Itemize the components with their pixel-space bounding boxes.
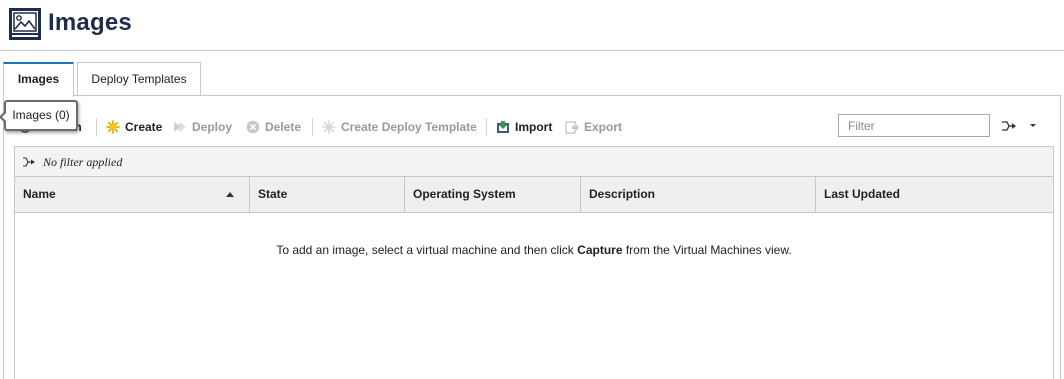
delete-label: Delete: [265, 120, 302, 134]
create-deploy-template-label: Create Deploy Template: [341, 120, 477, 134]
empty-message-text-end: from the Virtual Machines view.: [622, 243, 792, 257]
column-header-operating-system[interactable]: Operating System: [405, 177, 581, 213]
deploy-button[interactable]: Deploy: [173, 118, 232, 136]
column-header-name[interactable]: Name: [15, 177, 250, 213]
images-grid: No filter applied Name State Operating S…: [14, 146, 1054, 379]
create-label: Create: [125, 120, 163, 134]
column-headers: Name State Operating System Description …: [15, 177, 1053, 213]
images-panel: Refresh Create Deploy: [3, 95, 1061, 379]
export-label: Export: [584, 120, 623, 134]
toolbar-divider: [96, 118, 97, 136]
images-icon: [9, 8, 41, 40]
tab-images[interactable]: Images: [3, 62, 74, 97]
delete-icon: [246, 120, 260, 134]
toolbar-divider: [312, 118, 313, 136]
column-header-description[interactable]: Description: [581, 177, 816, 213]
column-header-state[interactable]: State: [250, 177, 405, 213]
create-button[interactable]: Create: [106, 118, 162, 136]
sort-ascending-icon: [226, 192, 234, 197]
filter-options-menu[interactable]: [1000, 118, 1040, 134]
deploy-icon: [173, 120, 187, 134]
column-header-state-label: State: [258, 187, 288, 201]
empty-message-capture: Capture: [577, 243, 623, 257]
empty-grid-message: To add an image, select a virtual machin…: [15, 243, 1053, 257]
filter-status-icon: [23, 157, 35, 167]
import-icon: [496, 120, 510, 134]
create-star-icon: [106, 120, 120, 134]
filter-options-icon: [1002, 121, 1036, 131]
delete-button[interactable]: Delete: [246, 118, 301, 136]
column-header-last-updated[interactable]: Last Updated: [816, 177, 1053, 213]
import-label: Import: [515, 120, 553, 134]
page-header: Images: [0, 0, 1064, 51]
tab-bar: Images Deploy Templates: [0, 62, 1064, 97]
filter-status-text: No filter applied: [43, 155, 123, 169]
tab-deploy-templates[interactable]: Deploy Templates: [77, 62, 201, 96]
template-star-icon: [322, 120, 336, 134]
toolbar-divider: [486, 118, 487, 136]
column-header-last-updated-label: Last Updated: [824, 187, 901, 201]
filter-status-bar: No filter applied: [15, 147, 1053, 177]
export-icon: [565, 120, 579, 134]
export-button[interactable]: Export: [565, 118, 622, 136]
empty-message-text: To add an image, select a virtual machin…: [276, 243, 578, 257]
page-title: Images: [48, 9, 132, 36]
images-count-tooltip: Images (0): [0, 100, 78, 131]
create-deploy-template-button[interactable]: Create Deploy Template: [322, 118, 477, 136]
column-header-name-label: Name: [23, 187, 56, 201]
column-header-description-label: Description: [589, 187, 656, 201]
tooltip-arrow-inner: [2, 112, 7, 122]
tooltip-text: Images (0): [12, 108, 70, 122]
import-button[interactable]: Import: [496, 118, 552, 136]
deploy-label: Deploy: [192, 120, 233, 134]
column-header-operating-system-label: Operating System: [413, 187, 516, 201]
filter-input[interactable]: [838, 114, 990, 137]
